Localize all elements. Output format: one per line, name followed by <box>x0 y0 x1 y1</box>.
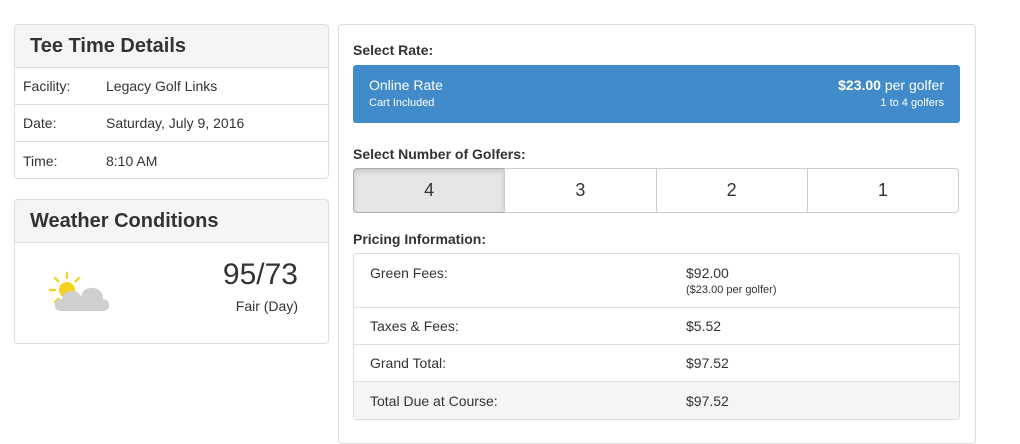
grand-total-row: Grand Total: $97.52 <box>354 345 959 382</box>
date-value: Saturday, July 9, 2016 <box>106 115 245 131</box>
date-row: Date: Saturday, July 9, 2016 <box>15 105 328 142</box>
online-rate-option[interactable]: Online Rate Cart Included $23.00 per gol… <box>353 65 960 123</box>
golfers-3-button[interactable]: 3 <box>504 168 657 213</box>
weather-temperature: 95/73 <box>222 258 298 291</box>
tee-time-heading: Tee Time Details <box>15 25 328 68</box>
pricing-info-label: Pricing Information: <box>353 231 486 247</box>
due-at-course-value: $97.52 <box>686 392 729 409</box>
partly-sunny-icon <box>49 271 109 311</box>
rate-name: Online Rate <box>369 77 443 93</box>
time-row: Time: 8:10 AM <box>15 142 328 179</box>
golfers-2-button[interactable]: 2 <box>655 168 808 213</box>
weather-panel: Weather Conditions 95/73 Fair (Day) <box>14 199 329 344</box>
rate-price-unit: per golfer <box>880 77 944 93</box>
taxes-value: $5.52 <box>686 318 722 334</box>
grand-total-value: $97.52 <box>686 355 729 371</box>
facility-value: Legacy Golf Links <box>106 78 218 94</box>
taxes-row: Taxes & Fees: $5.52 <box>354 308 959 345</box>
select-golfers-label: Select Number of Golfers: <box>353 146 526 162</box>
green-fees-value: $92.00 <box>686 265 729 281</box>
due-at-course-row: Total Due at Course: $97.52 <box>354 382 959 419</box>
rate-price: $23.00 per golfer <box>838 77 944 93</box>
green-fees-cell: $92.00 ($23.00 per golfer) <box>686 265 959 307</box>
time-label: Time: <box>23 152 58 169</box>
golfers-1-button[interactable]: 1 <box>806 168 959 213</box>
date-label: Date: <box>23 115 57 131</box>
select-rate-label: Select Rate: <box>353 42 434 58</box>
rate-golfer-range: 1 to 4 golfers <box>880 97 944 109</box>
weather-heading: Weather Conditions <box>15 200 328 243</box>
taxes-label: Taxes & Fees: <box>370 318 459 334</box>
green-fees-row: Green Fees: $92.00 ($23.00 per golfer) <box>354 254 959 308</box>
golfers-4-button[interactable]: 4 <box>353 168 506 213</box>
weather-condition: Fair (Day) <box>235 298 298 314</box>
grand-total-label: Grand Total: <box>370 355 447 371</box>
pricing-table: Green Fees: $92.00 ($23.00 per golfer) T… <box>353 253 960 420</box>
due-at-course-label: Total Due at Course: <box>370 392 498 409</box>
rate-price-amount: $23.00 <box>838 77 881 93</box>
weather-body: 95/73 Fair (Day) <box>15 243 328 342</box>
rate-subtitle: Cart Included <box>369 97 435 109</box>
green-fees-label: Green Fees: <box>370 265 448 281</box>
green-fees-per-golfer: ($23.00 per golfer) <box>686 284 777 296</box>
time-value: 8:10 AM <box>106 152 158 169</box>
facility-label: Facility: <box>23 78 71 94</box>
facility-row: Facility: Legacy Golf Links <box>15 68 328 105</box>
tee-time-panel: Tee Time Details Facility: Legacy Golf L… <box>14 24 329 179</box>
golfer-count-selector: 4 3 2 1 <box>353 168 959 213</box>
